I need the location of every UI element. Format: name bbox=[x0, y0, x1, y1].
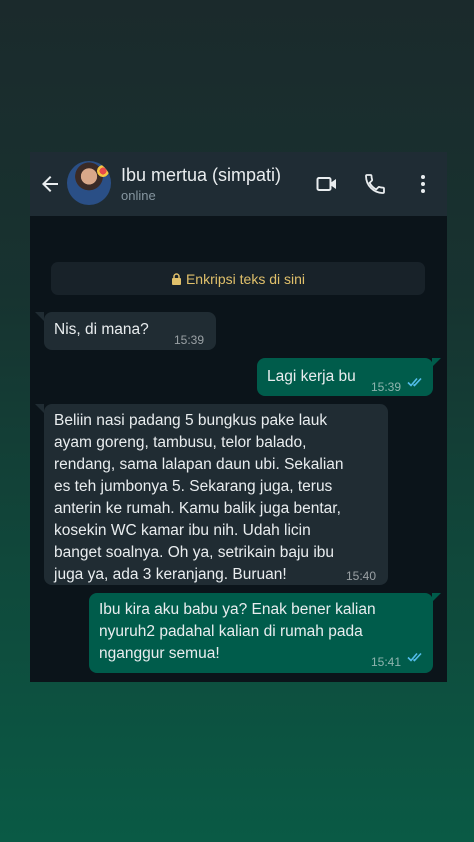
message-time: 15:39 bbox=[371, 380, 402, 394]
double-check-icon bbox=[407, 652, 422, 662]
message-time: 15:39 bbox=[174, 333, 205, 347]
encryption-notice-text: Enkripsi teks di sini bbox=[185, 270, 306, 287]
phone-icon[interactable] bbox=[363, 172, 387, 196]
double-check-icon bbox=[407, 377, 422, 387]
message-outgoing[interactable]: Ibu kira aku babu ya? Enak bener kalian … bbox=[89, 593, 433, 673]
message-text: Beliin nasi padang 5 bungkus pake lauk a… bbox=[54, 412, 344, 583]
message-time: 15:41 bbox=[371, 655, 402, 669]
message-text: Ibu kira aku babu ya? Enak bener kalian … bbox=[99, 601, 376, 662]
more-options-icon[interactable] bbox=[411, 172, 435, 196]
video-call-icon[interactable] bbox=[315, 172, 339, 196]
message-text: Lagi kerja bu bbox=[267, 368, 356, 385]
avatar[interactable] bbox=[67, 161, 111, 205]
message-incoming[interactable]: Nis, di mana? 15:39 bbox=[44, 312, 216, 350]
message-time: 15:40 bbox=[346, 569, 377, 583]
message-incoming[interactable]: Beliin nasi padang 5 bungkus pake lauk a… bbox=[44, 404, 388, 585]
message-outgoing[interactable]: Lagi kerja bu 15:39 bbox=[257, 358, 433, 396]
chat-header: Ibu mertua (simpati) online bbox=[30, 152, 447, 216]
lock-icon bbox=[171, 272, 181, 285]
back-arrow-icon[interactable] bbox=[38, 172, 62, 196]
contact-status: online bbox=[121, 188, 156, 203]
chat-window: Ibu mertua (simpati) online Enkripsi tek… bbox=[30, 152, 447, 682]
contact-name[interactable]: Ibu mertua (simpati) bbox=[121, 165, 281, 186]
encryption-notice[interactable]: Enkripsi teks di sini bbox=[51, 262, 425, 295]
message-text: Nis, di mana? bbox=[54, 321, 149, 338]
